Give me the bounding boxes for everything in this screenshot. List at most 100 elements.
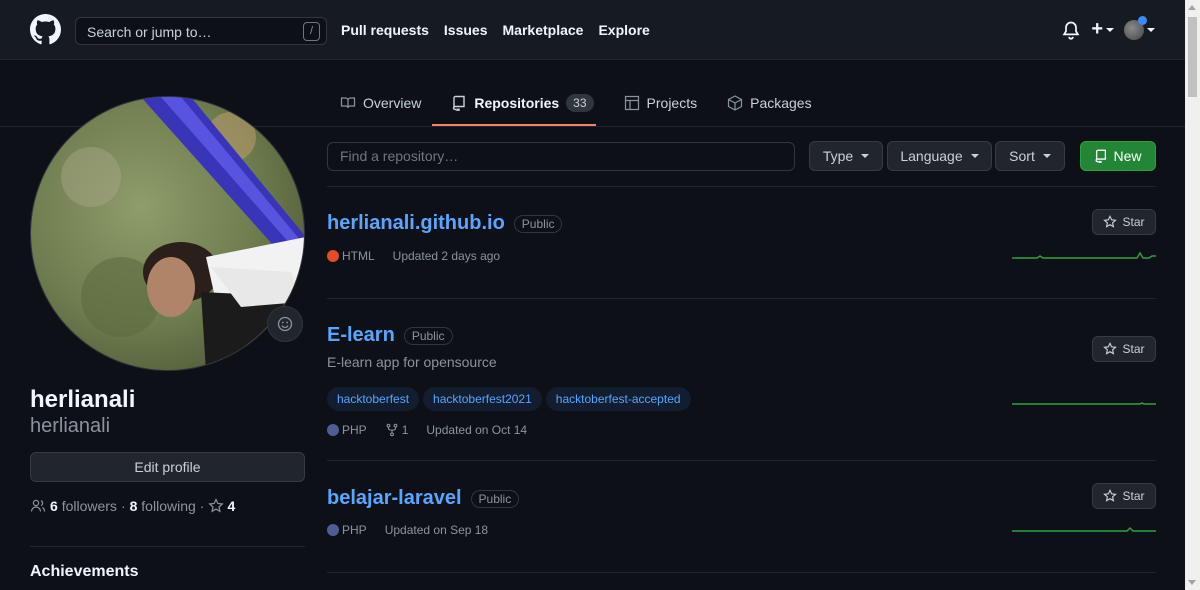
nav-explore[interactable]: Explore: [598, 22, 649, 38]
sort-dropdown[interactable]: Sort: [995, 141, 1065, 171]
fork-icon: [386, 423, 398, 437]
star-icon: [1103, 215, 1118, 228]
scroll-up-arrow-icon[interactable]: [1188, 5, 1196, 10]
followers-count: 6: [50, 498, 58, 514]
star-label: Star: [1122, 342, 1145, 356]
nav-marketplace[interactable]: Marketplace: [503, 22, 584, 38]
scroll-down-arrow-icon[interactable]: [1188, 580, 1196, 585]
achievements-heading: Achievements: [30, 563, 139, 580]
smiley-icon: [277, 316, 293, 332]
tab-projects[interactable]: Projects: [624, 94, 712, 112]
chevron-down-icon: [1106, 27, 1114, 32]
profile-tabs: Overview Repositories 33 Projects Packag…: [340, 94, 842, 112]
sort-label: Sort: [1009, 148, 1035, 164]
new-button-label: New: [1113, 148, 1142, 164]
header-nav: Pull requests Issues Marketplace Explore: [341, 22, 650, 38]
star-label: Star: [1122, 215, 1145, 229]
profile-username: herlianali: [30, 415, 111, 437]
follow-stats: 6 followers · 8 following · 4: [30, 498, 235, 514]
repo-list-item: E-learn Public E-learn app for opensourc…: [327, 299, 1156, 460]
star-icon: [208, 498, 225, 513]
nav-issues[interactable]: Issues: [444, 22, 488, 38]
visibility-badge: Public: [470, 489, 520, 508]
stars-count: 4: [227, 498, 236, 514]
language-filter-dropdown[interactable]: Language: [887, 141, 992, 171]
create-new-dropdown[interactable]: +: [1091, 18, 1114, 41]
language-color-dot: [327, 424, 339, 436]
github-logo-icon[interactable]: [30, 14, 61, 45]
repo-language: PHP: [342, 423, 367, 437]
repo-count-badge: 33: [566, 94, 594, 112]
book-icon: [340, 97, 356, 109]
star-button[interactable]: Star: [1092, 483, 1156, 509]
visibility-badge: Public: [513, 214, 563, 233]
followers-label: followers: [61, 498, 117, 514]
repo-name-link[interactable]: herlianali.github.io: [327, 212, 505, 235]
separator-dot: ·: [199, 498, 205, 514]
star-button[interactable]: Star: [1092, 209, 1156, 235]
bell-icon[interactable]: [1061, 20, 1081, 40]
chevron-down-icon: [1147, 27, 1155, 32]
activity-sparkline: [1012, 251, 1156, 259]
chevron-down-icon: [970, 154, 979, 158]
global-search-input[interactable]: Search or jump to… /: [75, 17, 327, 45]
repo-icon: [1096, 149, 1107, 163]
repo-meta: PHP 1 Updated on Oct 14: [327, 423, 527, 437]
repo-list-item: herlianali.github.io Public HTML Updated…: [327, 187, 1156, 298]
repo-title-row: herlianali.github.io Public: [327, 212, 563, 235]
type-filter-label: Type: [822, 148, 854, 164]
search-shortcut-hint: /: [303, 22, 320, 41]
repo-language: HTML: [342, 249, 375, 263]
repo-updated: Updated on Sep 18: [384, 523, 489, 537]
tab-repositories[interactable]: Repositories 33: [451, 94, 607, 112]
set-status-button[interactable]: [267, 306, 303, 342]
following-count: 8: [129, 498, 138, 514]
profile-fullname: herlianali: [30, 386, 136, 413]
sidebar-divider: [30, 546, 305, 547]
tab-label: Repositories: [474, 95, 560, 111]
following-link[interactable]: 8 following: [130, 498, 196, 514]
topic-list: hacktoberfest hacktoberfest2021 hacktobe…: [327, 387, 691, 411]
topic-tag[interactable]: hacktoberfest: [327, 387, 420, 411]
tab-packages[interactable]: Packages: [727, 94, 825, 112]
table-icon: [624, 95, 639, 111]
tab-label: Projects: [646, 95, 698, 111]
repo-updated: Updated 2 days ago: [392, 249, 501, 263]
top-header: Search or jump to… / Pull requests Issue…: [0, 0, 1185, 60]
active-tab-indicator: [432, 124, 596, 126]
find-repository-input[interactable]: Find a repository…: [327, 142, 795, 171]
repo-name-link[interactable]: E-learn: [327, 324, 395, 347]
tab-label: Packages: [750, 95, 812, 111]
plus-icon: +: [1091, 18, 1103, 40]
repo-icon: [453, 95, 466, 111]
visibility-badge: Public: [403, 326, 453, 345]
repo-list-item: belajar-laravel Public PHP Updated on Se…: [327, 461, 1156, 572]
activity-sparkline: [1012, 526, 1156, 532]
forks-link[interactable]: 1: [385, 423, 408, 437]
people-icon: [30, 499, 46, 512]
type-filter-dropdown[interactable]: Type: [809, 141, 883, 171]
nav-pull-requests[interactable]: Pull requests: [341, 22, 429, 38]
stars-link[interactable]: 4: [208, 498, 235, 514]
tab-overview[interactable]: Overview: [340, 94, 435, 112]
scrollbar-thumb[interactable]: [1188, 17, 1197, 97]
edit-profile-button[interactable]: Edit profile: [30, 452, 305, 482]
star-button[interactable]: Star: [1092, 336, 1156, 362]
language-filter-label: Language: [900, 148, 963, 164]
topic-tag[interactable]: hacktoberfest2021: [423, 387, 542, 411]
page-scrollbar[interactable]: [1185, 0, 1200, 590]
language-color-dot: [327, 524, 339, 536]
search-placeholder: Search or jump to…: [87, 24, 212, 40]
language-color-dot: [327, 250, 339, 262]
new-repository-button[interactable]: New: [1080, 141, 1156, 171]
tab-label: Overview: [363, 95, 422, 111]
repo-divider: [327, 572, 1156, 573]
user-menu[interactable]: [1124, 15, 1155, 40]
avatar-photo: [31, 97, 304, 370]
repo-name-link[interactable]: belajar-laravel: [327, 487, 462, 510]
repo-meta: HTML Updated 2 days ago: [327, 249, 500, 263]
topic-tag[interactable]: hacktoberfest-accepted: [545, 387, 691, 411]
profile-avatar[interactable]: [30, 96, 305, 371]
followers-link[interactable]: 6 followers: [50, 498, 117, 514]
star-label: Star: [1122, 489, 1145, 503]
